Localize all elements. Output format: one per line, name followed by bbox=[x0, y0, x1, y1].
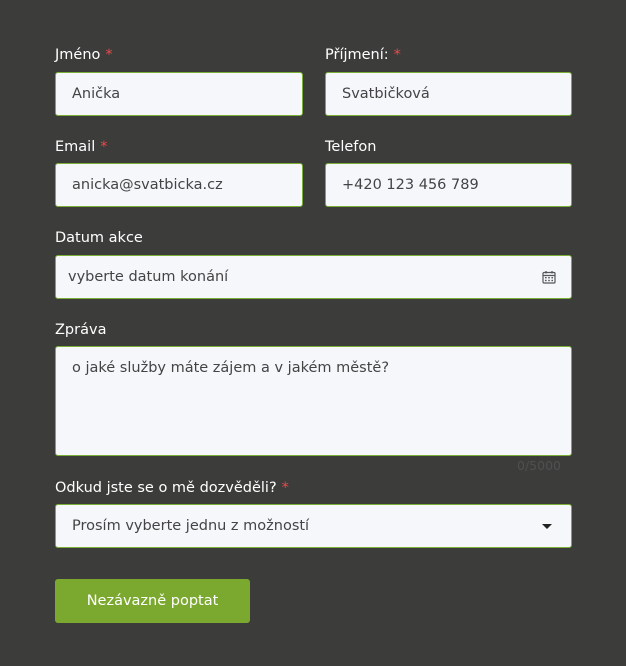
source-selected-value: Prosím vyberte jednu z možností bbox=[72, 518, 310, 534]
required-mark: * bbox=[281, 480, 289, 496]
event-date-label: Datum akce bbox=[55, 230, 143, 246]
last-name-label: Příjmení: * bbox=[325, 47, 401, 63]
required-mark: * bbox=[393, 47, 401, 63]
email-label: Email * bbox=[55, 139, 108, 155]
phone-value: +420 123 456 789 bbox=[342, 177, 479, 193]
phone-input[interactable]: +420 123 456 789 bbox=[325, 163, 572, 207]
last-name-input[interactable]: Svatbičková bbox=[325, 72, 572, 116]
first-name-value: Anička bbox=[72, 86, 121, 102]
phone-label: Telefon bbox=[325, 139, 377, 155]
message-label: Zpráva bbox=[55, 322, 107, 338]
email-input[interactable]: anicka@svatbicka.cz bbox=[55, 163, 303, 207]
required-mark: * bbox=[105, 47, 113, 63]
message-placeholder: o jaké služby máte zájem a v jakém městě… bbox=[72, 360, 390, 376]
message-char-counter: 0/5000 bbox=[517, 458, 561, 473]
event-date-input[interactable]: vyberte datum konání bbox=[55, 255, 572, 299]
caret-down-icon bbox=[542, 523, 552, 529]
message-textarea[interactable]: o jaké služby máte zájem a v jakém městě… bbox=[55, 346, 572, 456]
event-date-placeholder: vyberte datum konání bbox=[68, 269, 229, 285]
last-name-value: Svatbičková bbox=[342, 86, 430, 102]
required-mark: * bbox=[100, 139, 108, 155]
first-name-input[interactable]: Anička bbox=[55, 72, 303, 116]
first-name-label: Jméno * bbox=[55, 47, 113, 63]
calendar-icon[interactable] bbox=[542, 270, 556, 284]
source-select[interactable]: Prosím vyberte jednu z možností bbox=[55, 504, 572, 548]
email-value: anicka@svatbicka.cz bbox=[72, 177, 223, 193]
inquiry-form: Jméno * Anička Příjmení: * Svatbičková Ema… bbox=[0, 0, 626, 666]
submit-button[interactable]: Nezávazně poptat bbox=[55, 579, 250, 623]
source-label: Odkud jste se o mě dozvěděli? * bbox=[55, 480, 289, 496]
